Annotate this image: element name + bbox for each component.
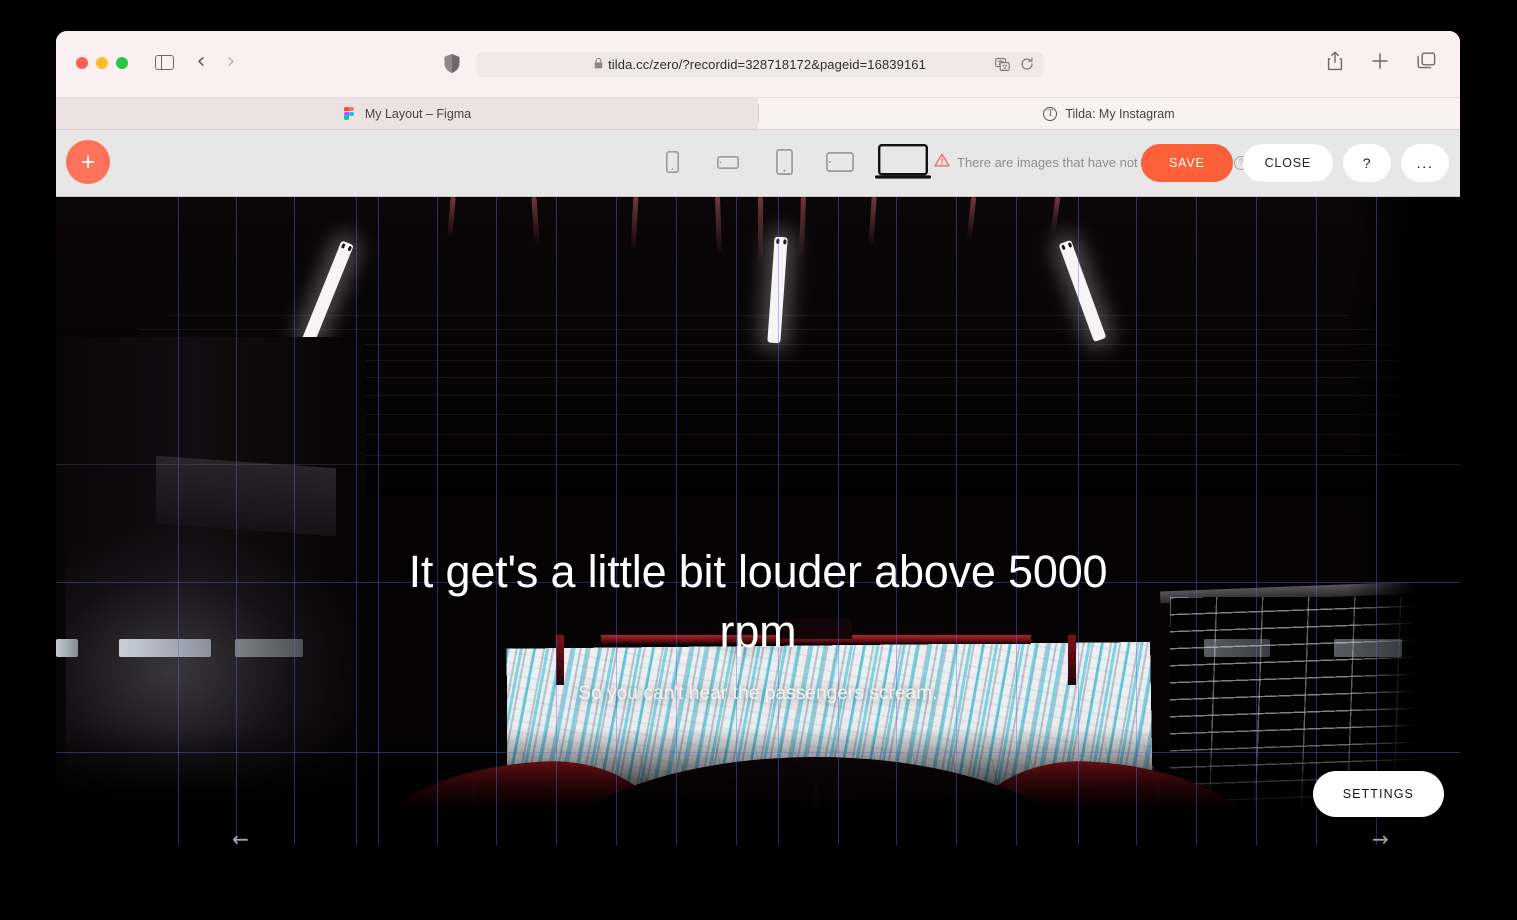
browser-right-icons <box>1327 51 1436 76</box>
window-traffic-lights <box>76 57 128 69</box>
reload-icon[interactable] <box>1020 57 1034 76</box>
tab-overview-icon[interactable] <box>1417 52 1436 75</box>
device-phone-landscape-button[interactable] <box>706 141 750 183</box>
close-button[interactable]: CLOSE <box>1242 144 1333 182</box>
screen: ‹ › tilda.cc/zero/?recordid=328718172&pa… <box>0 0 1517 920</box>
tilda-icon: T <box>1043 106 1058 121</box>
address-bar[interactable]: tilda.cc/zero/?recordid=328718172&pageid… <box>476 52 1044 77</box>
device-tablet-portrait-button[interactable] <box>762 141 806 183</box>
slide-thumbnail <box>1204 639 1270 657</box>
toolbar-actions: SAVE CLOSE ? ... <box>1140 144 1449 182</box>
plus-icon[interactable] <box>1371 52 1389 75</box>
window-minimize-button[interactable] <box>96 57 108 69</box>
forward-button[interactable]: › <box>224 51 238 73</box>
back-button[interactable]: ‹ <box>194 51 208 73</box>
hero-background-image <box>56 197 1460 845</box>
device-preview-switcher <box>650 141 932 183</box>
ceiling-light <box>767 236 788 344</box>
address-bar-text: tilda.cc/zero/?recordid=328718172&pageid… <box>608 57 926 72</box>
floor-shadow <box>56 728 1460 845</box>
shield-icon[interactable] <box>443 53 461 74</box>
figma-icon <box>343 107 357 121</box>
garage-left-panel <box>156 455 336 537</box>
share-icon[interactable] <box>1327 51 1343 76</box>
slide-thumbnail <box>119 639 211 657</box>
page-canvas[interactable]: It get's a little bit louder above 5000 … <box>56 197 1460 845</box>
device-tablet-landscape-button[interactable] <box>818 141 862 183</box>
warning-icon <box>934 153 950 172</box>
navigation-arrows: ‹ › <box>194 51 238 73</box>
add-block-button[interactable]: + <box>66 140 110 184</box>
browser-chrome-toolbar: ‹ › tilda.cc/zero/?recordid=328718172&pa… <box>56 31 1460 98</box>
block-settings-button[interactable]: SETTINGS <box>1312 771 1444 817</box>
slider-prev-arrow[interactable]: ← <box>232 829 249 845</box>
lock-icon <box>594 57 603 72</box>
more-options-button[interactable]: ... <box>1401 144 1449 182</box>
translate-icon[interactable]: 文 <box>995 57 1010 76</box>
window-close-button[interactable] <box>76 57 88 69</box>
slider-next-arrow[interactable]: → <box>1372 829 1389 845</box>
browser-tab-tilda[interactable]: T Tilda: My Instagram <box>758 98 1460 129</box>
tab-strip: My Layout – Figma T Tilda: My Instagram <box>56 98 1460 130</box>
slide-thumbnail <box>56 639 78 657</box>
ceiling-light <box>1058 239 1107 343</box>
slide-thumbnail <box>1334 639 1402 657</box>
save-button[interactable]: SAVE <box>1140 144 1233 182</box>
device-desktop-button[interactable] <box>874 141 932 183</box>
browser-tab-title: Tilda: My Instagram <box>1065 106 1175 121</box>
device-phone-portrait-button[interactable] <box>650 141 694 183</box>
window-maximize-button[interactable] <box>116 57 128 69</box>
browser-tab-title: My Layout – Figma <box>364 106 472 121</box>
slide-thumbnail <box>235 639 303 657</box>
browser-tab-figma[interactable]: My Layout – Figma <box>56 98 758 129</box>
editor-toolbar: + There are images that have not been up… <box>56 130 1460 197</box>
help-button[interactable]: ? <box>1343 144 1391 182</box>
sidebar-icon[interactable] <box>155 55 174 70</box>
address-bar-icons: 文 <box>995 57 1034 76</box>
browser-window: ‹ › tilda.cc/zero/?recordid=328718172&pa… <box>56 31 1460 845</box>
svg-text:文: 文 <box>1002 62 1009 71</box>
